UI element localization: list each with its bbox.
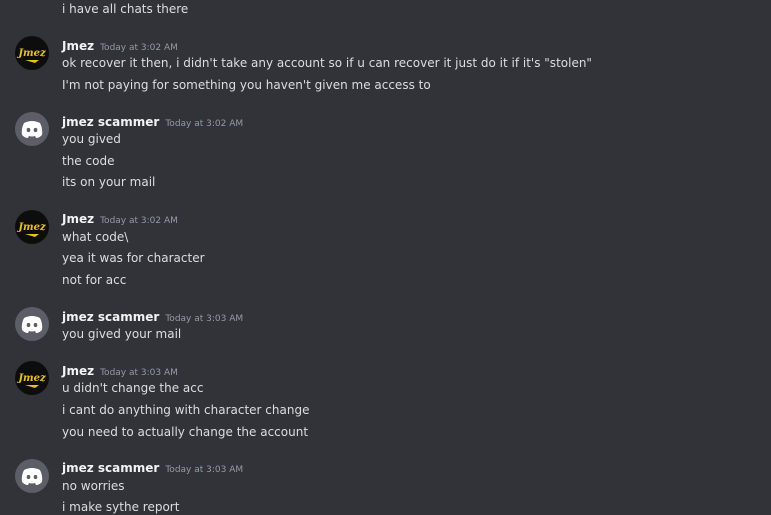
avatar[interactable] [15, 112, 49, 146]
timestamp[interactable]: Today at 3:02 AM [100, 43, 178, 53]
avatar[interactable] [15, 307, 49, 341]
message-line: i cant do anything with character change [62, 403, 310, 417]
timestamp[interactable]: Today at 3:03 AM [165, 465, 243, 475]
discord-logo-icon [21, 468, 43, 485]
jmez-logo-icon: Jmez [16, 48, 46, 63]
message-line: its on your mail [62, 175, 156, 189]
message-line: u didn't change the acc [62, 381, 204, 395]
jmez-logo-icon: Jmez [16, 222, 46, 237]
message-line: i make sythe report [62, 500, 180, 514]
avatar[interactable]: Jmez [15, 36, 49, 70]
jmez-logo-icon: Jmez [16, 373, 46, 388]
message-header: jmez scammer Today at 3:02 AM [62, 113, 243, 132]
message-header: Jmez Today at 3:02 AM [62, 37, 178, 56]
message-line: you gived your mail [62, 327, 182, 341]
message-header: jmez scammer Today at 3:03 AM [62, 308, 243, 327]
message-header: Jmez Today at 3:03 AM [62, 362, 178, 381]
timestamp[interactable]: Today at 3:02 AM [165, 119, 243, 129]
message-list: i have all chats there Jmez Jmez Today at… [0, 0, 771, 515]
author-name[interactable]: Jmez [62, 212, 94, 226]
message-line: no worries [62, 479, 125, 493]
avatar[interactable] [15, 459, 49, 493]
avatar[interactable]: Jmez [15, 210, 49, 244]
message-line: the code [62, 154, 115, 168]
message-header: Jmez Today at 3:02 AM [62, 210, 178, 229]
message-line: i have all chats there [62, 2, 189, 16]
message-header: jmez scammer Today at 3:03 AM [62, 459, 243, 478]
discord-logo-icon [21, 121, 43, 138]
message-line: I'm not paying for something you haven't… [62, 78, 431, 92]
message-line: ok recover it then, i didn't take any ac… [62, 56, 592, 70]
timestamp[interactable]: Today at 3:03 AM [100, 368, 178, 378]
svg-text:Jmez: Jmez [16, 373, 46, 384]
discord-logo-icon [21, 316, 43, 333]
author-name[interactable]: Jmez [62, 364, 94, 378]
svg-text:Jmez: Jmez [16, 48, 46, 59]
message-line: you need to actually change the account [62, 425, 309, 439]
message-line: yea it was for character [62, 251, 205, 265]
timestamp[interactable]: Today at 3:03 AM [165, 314, 243, 324]
author-name[interactable]: Jmez [62, 39, 94, 53]
author-name[interactable]: jmez scammer [62, 461, 159, 475]
message-line: you gived [62, 132, 121, 146]
avatar[interactable]: Jmez [15, 361, 49, 395]
svg-text:Jmez: Jmez [16, 222, 46, 233]
author-name[interactable]: jmez scammer [62, 115, 159, 129]
timestamp[interactable]: Today at 3:02 AM [100, 216, 178, 226]
message-line: not for acc [62, 273, 127, 287]
author-name[interactable]: jmez scammer [62, 310, 159, 324]
message-line: what code\ [62, 230, 129, 244]
